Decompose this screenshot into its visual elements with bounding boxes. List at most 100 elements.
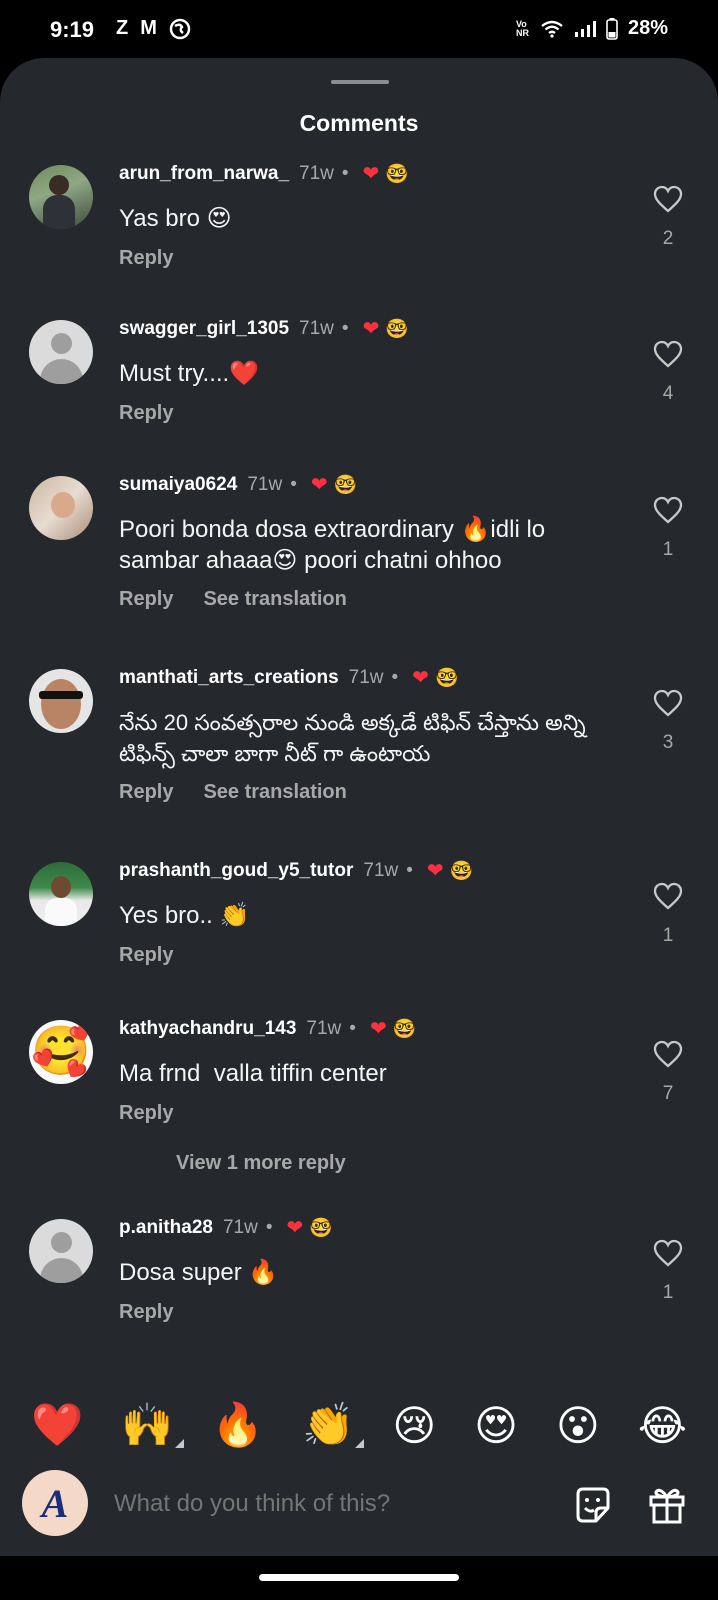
comment-meta: swagger_girl_1305 71w • ❤ 🤓 — [119, 316, 409, 341]
see-translation-button[interactable]: See translation — [203, 781, 346, 804]
creator-liked-heart-icon: ❤ — [412, 667, 429, 689]
comment-actions: Reply See translation — [119, 588, 347, 611]
reaction-heart[interactable]: ❤️ — [31, 1401, 83, 1450]
battery-percent: 28% — [627, 17, 668, 39]
wifi-icon — [541, 20, 563, 38]
comment-text: Must try....❤️ — [119, 360, 260, 387]
like-count: 2 — [662, 228, 674, 249]
like-count: 1 — [662, 925, 674, 946]
creator-avatar-icon: 🤓 — [385, 163, 409, 185]
comment-username[interactable]: sumaiya0624 — [119, 474, 237, 496]
avatar[interactable] — [29, 1219, 93, 1283]
comments-sheet: Comments arun_from_narwa_ 71w • ❤ 🤓 Yas … — [0, 58, 718, 1556]
comment-meta: arun_from_narwa_ 71w • ❤ 🤓 — [119, 161, 409, 186]
status-system-icons: Vo NR 28% — [516, 17, 668, 40]
avatar[interactable]: 🥰 — [29, 1020, 93, 1084]
skin-tone-indicator-icon — [355, 1438, 365, 1448]
view-more-replies-button[interactable]: View 1 more reply — [176, 1152, 346, 1175]
like-control: 4 — [640, 340, 696, 405]
heart-outline-icon[interactable] — [653, 185, 683, 213]
comment-time: 71w — [299, 317, 334, 339]
sticker-icon[interactable] — [572, 1484, 614, 1526]
comment-actions: Reply — [119, 402, 173, 425]
heart-outline-icon[interactable] — [653, 1040, 683, 1068]
home-gesture-pill[interactable] — [259, 1574, 459, 1581]
battery-icon — [606, 17, 618, 40]
reaction-fire[interactable]: 🔥 — [212, 1401, 264, 1450]
creator-avatar-icon: 🤓 — [434, 667, 459, 689]
comment-meta: manthati_arts_creations 71w • ❤ 🤓 — [119, 665, 459, 690]
reply-button[interactable]: Reply — [119, 402, 173, 425]
comment-meta: kathyachandru_143 71w • ❤ 🤓 — [119, 1016, 416, 1041]
avatar[interactable] — [29, 476, 93, 540]
quick-reactions-bar: ❤️ 🙌 🔥 👏 😢 😍 😮 😂 — [0, 1395, 718, 1455]
volte-nr-icon: Vo NR — [515, 18, 529, 38]
heart-outline-icon[interactable] — [653, 1239, 683, 1267]
reaction-crying[interactable]: 😢 — [392, 1401, 436, 1450]
creator-liked-heart-icon: ❤ — [362, 318, 380, 340]
reply-button[interactable]: Reply — [119, 1301, 173, 1324]
comment-actions: Reply — [119, 247, 173, 270]
comment-username[interactable]: p.anitha28 — [119, 1217, 213, 1239]
comment-actions: Reply See translation — [119, 781, 347, 804]
reply-button[interactable]: Reply — [119, 588, 173, 611]
heart-outline-icon[interactable] — [653, 689, 683, 717]
separator-dot: • — [290, 473, 297, 495]
comment-actions: Reply — [119, 1102, 173, 1125]
like-control: 1 — [640, 496, 696, 561]
reaction-raised-hands[interactable]: 🙌 — [121, 1401, 184, 1450]
creator-avatar-icon: 🤓 — [309, 1217, 333, 1239]
reply-button[interactable]: Reply — [119, 781, 173, 804]
creator-liked-heart-icon: ❤ — [286, 1217, 304, 1239]
signal-icon — [574, 20, 596, 37]
comment-time: 71w — [348, 666, 384, 688]
avatar[interactable] — [29, 165, 93, 229]
heart-outline-icon[interactable] — [653, 496, 683, 524]
comment-username[interactable]: swagger_girl_1305 — [119, 318, 289, 340]
comment-actions: Reply — [119, 1301, 173, 1324]
reply-button[interactable]: Reply — [119, 1102, 173, 1125]
like-control: 1 — [640, 882, 696, 947]
separator-dot: • — [349, 1017, 356, 1039]
reaction-laughing[interactable]: 😂 — [638, 1401, 687, 1450]
comment-input[interactable] — [114, 1490, 534, 1518]
comment-meta: sumaiya0624 71w • ❤ 🤓 — [119, 472, 357, 497]
comment-actions: Reply — [119, 944, 173, 967]
comment-username[interactable]: kathyachandru_143 — [119, 1018, 296, 1040]
gmail-icon: M — [140, 17, 157, 39]
comment-text: Yes bro.. 👏 — [119, 902, 250, 929]
comment-username[interactable]: arun_from_narwa_ — [119, 163, 289, 185]
comment-composer: A — [0, 1468, 718, 1540]
status-bar: 9:19 Z M Vo NR 28% — [0, 0, 718, 58]
reaction-surprised[interactable]: 😮 — [556, 1401, 600, 1450]
see-translation-button[interactable]: See translation — [203, 588, 346, 611]
comment-time: 71w — [222, 1216, 258, 1238]
gift-icon[interactable] — [646, 1484, 688, 1526]
reply-button[interactable]: Reply — [119, 944, 173, 967]
creator-avatar-icon: 🤓 — [392, 1018, 417, 1040]
like-control: 1 — [640, 1239, 696, 1304]
sheet-title: Comments — [299, 110, 419, 136]
sheet-drag-handle[interactable] — [331, 80, 389, 84]
comment-text: Dosa super 🔥 — [119, 1259, 279, 1286]
creator-liked-heart-icon: ❤ — [426, 860, 444, 882]
like-control: 3 — [640, 689, 696, 754]
clap-emoji: 👏 — [302, 1400, 355, 1448]
navigation-bar — [0, 1556, 718, 1600]
reply-button[interactable]: Reply — [119, 247, 173, 270]
comment-meta: prashanth_goud_y5_tutor 71w • ❤ 🤓 — [119, 858, 473, 883]
comment-username[interactable]: manthati_arts_creations — [119, 667, 339, 689]
comment-text: Ma frnd valla tiffin center — [119, 1060, 387, 1087]
avatar[interactable] — [29, 320, 93, 384]
status-time: 9:19 — [50, 17, 95, 42]
heart-outline-icon[interactable] — [653, 340, 683, 368]
creator-avatar-icon: 🤓 — [449, 860, 474, 882]
heart-outline-icon[interactable] — [653, 882, 683, 910]
reaction-clap[interactable]: 👏 — [302, 1400, 365, 1450]
comment-username[interactable]: prashanth_goud_y5_tutor — [119, 860, 353, 882]
separator-dot: • — [265, 1216, 273, 1238]
reaction-heart-eyes[interactable]: 😍 — [474, 1401, 518, 1450]
avatar[interactable] — [29, 862, 93, 926]
separator-dot: • — [391, 666, 399, 688]
avatar[interactable] — [29, 669, 93, 733]
